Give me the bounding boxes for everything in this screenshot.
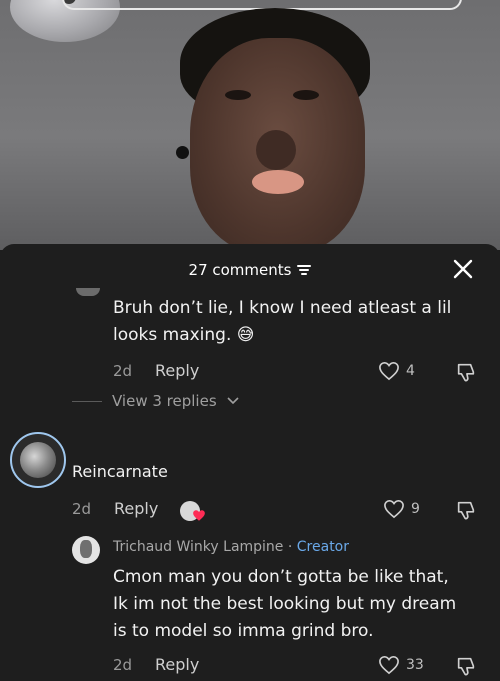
heart-outline-icon: [379, 361, 399, 381]
like-count: 4: [406, 363, 415, 379]
comment-username[interactable]: Reincarnate: [72, 462, 168, 481]
reply-button[interactable]: Reply: [155, 655, 199, 674]
video-player[interactable]: [0, 0, 500, 250]
reply-button[interactable]: Reply: [114, 499, 158, 518]
name-separator: ·: [283, 539, 297, 555]
thumbs-down-icon[interactable]: [455, 361, 477, 383]
comment-text: Bruh don’t lie, I know I need atleast a …: [113, 298, 452, 318]
like-button[interactable]: 4: [378, 361, 415, 381]
like-count: 33: [406, 657, 424, 673]
comment-text: Ik im not the best looking but my dream: [113, 594, 457, 614]
chevron-down-icon: [227, 397, 239, 405]
reply-button[interactable]: Reply: [155, 361, 199, 380]
comment-age: 2d: [72, 500, 92, 518]
comment-age: 2d: [113, 362, 133, 380]
view-replies-divider: [72, 400, 102, 402]
thumbs-down-icon[interactable]: [455, 655, 477, 677]
heart-outline-icon: [384, 499, 404, 519]
like-count: 9: [411, 501, 420, 517]
thumbs-down-icon[interactable]: [455, 499, 477, 521]
close-icon[interactable]: [452, 258, 474, 280]
creator-badge: Creator: [296, 539, 350, 555]
avatar[interactable]: [10, 432, 66, 488]
creator-name-line: Trichaud Winky Lampine · Creator: [113, 539, 349, 555]
like-button[interactable]: 9: [383, 499, 420, 519]
creator-liked-heart-icon: [193, 510, 205, 521]
comment-text: is to model so imma grind bro.: [113, 621, 374, 641]
comments-header: 27 comments: [0, 244, 500, 296]
comment-age: 2d: [113, 656, 133, 674]
like-button[interactable]: 33: [378, 655, 424, 675]
comments-sheet: 27 comments Bruh don’t lie, I know I nee…: [0, 244, 500, 681]
earring: [176, 146, 189, 159]
filter-icon[interactable]: [297, 264, 312, 276]
creator-liked-badge: [180, 501, 208, 523]
view-replies-label: View 3 replies: [112, 392, 217, 410]
comment-count: 27 comments: [188, 261, 292, 279]
video-person-face: [190, 38, 365, 250]
comment-text: looks maxing. 😅: [113, 325, 255, 345]
comment-text: Cmon man you don’t gotta be like that,: [113, 567, 449, 587]
view-replies-button[interactable]: View 3 replies: [72, 392, 239, 410]
avatar[interactable]: [72, 536, 100, 564]
heart-outline-icon: [379, 655, 399, 675]
comment-username[interactable]: Trichaud Winky Lampine: [113, 539, 283, 555]
